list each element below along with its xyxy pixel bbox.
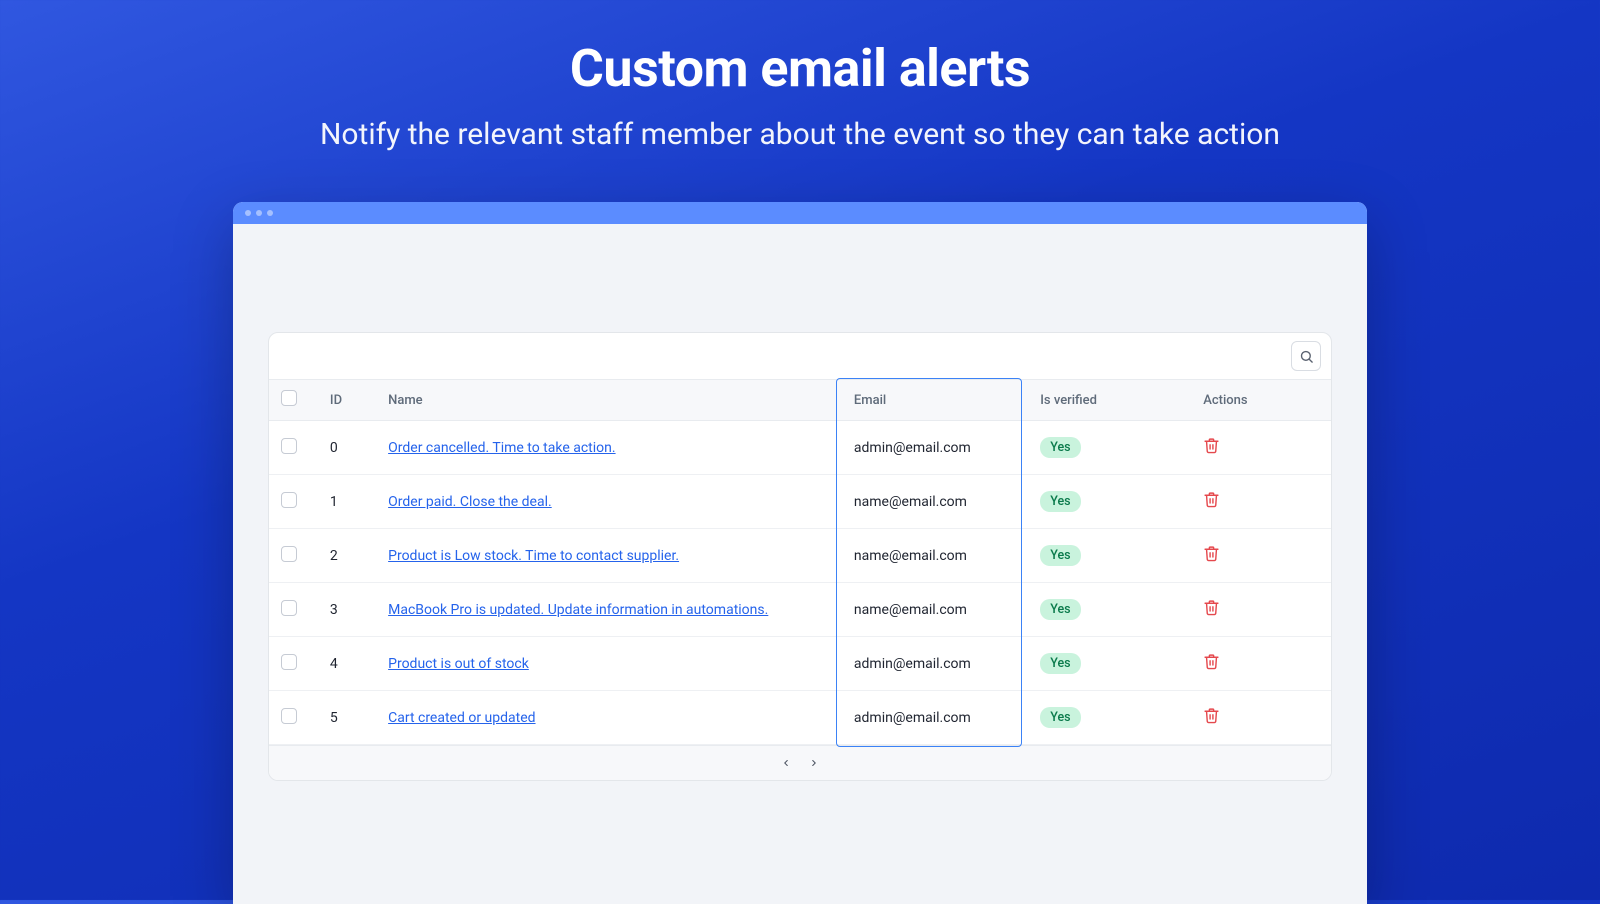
chevron-right-icon	[809, 756, 819, 770]
table-row: 3 MacBook Pro is updated. Update informat…	[269, 583, 1331, 637]
browser-window: ID Name Email Is verified Actions 0 Order…	[233, 202, 1367, 904]
verified-badge: Yes	[1040, 437, 1080, 458]
table-row: 5 Cart created or updated admin@email.com Y…	[269, 691, 1331, 745]
chevron-left-icon	[781, 756, 791, 770]
alert-name-link[interactable]: Product is Low stock. Time to contact su…	[388, 548, 679, 564]
row-id: 2	[318, 529, 376, 583]
table-row: 0 Order cancelled. Time to take action. ad…	[269, 421, 1331, 475]
row-email: admin@email.com	[842, 691, 1028, 745]
row-id: 1	[318, 475, 376, 529]
table-row: 1 Order paid. Close the deal. name@email.c…	[269, 475, 1331, 529]
trash-icon	[1203, 599, 1220, 616]
col-header-verified: Is verified	[1028, 380, 1191, 421]
row-checkbox[interactable]	[281, 708, 297, 724]
alerts-table-card: ID Name Email Is verified Actions 0 Order…	[268, 332, 1332, 781]
verified-badge: Yes	[1040, 599, 1080, 620]
search-button[interactable]	[1291, 341, 1321, 371]
row-id: 4	[318, 637, 376, 691]
traffic-light-dot	[267, 210, 273, 216]
next-page-button[interactable]	[809, 756, 819, 770]
verified-badge: Yes	[1040, 491, 1080, 512]
alerts-table: ID Name Email Is verified Actions 0 Order…	[269, 379, 1331, 745]
table-row: 4 Product is out of stock admin@email.com Y…	[269, 637, 1331, 691]
row-email: name@email.com	[842, 583, 1028, 637]
alert-name-link[interactable]: Product is out of stock	[388, 656, 529, 672]
delete-button[interactable]	[1203, 653, 1220, 670]
row-id: 5	[318, 691, 376, 745]
delete-button[interactable]	[1203, 599, 1220, 616]
row-checkbox[interactable]	[281, 438, 297, 454]
alert-name-link[interactable]: Order cancelled. Time to take action.	[388, 440, 615, 456]
verified-badge: Yes	[1040, 545, 1080, 566]
verified-badge: Yes	[1040, 653, 1080, 674]
delete-button[interactable]	[1203, 707, 1220, 724]
col-header-email: Email	[842, 380, 1028, 421]
alert-name-link[interactable]: Order paid. Close the deal.	[388, 494, 552, 510]
row-email: name@email.com	[842, 475, 1028, 529]
row-checkbox[interactable]	[281, 654, 297, 670]
delete-button[interactable]	[1203, 491, 1220, 508]
alert-name-link[interactable]: MacBook Pro is updated. Update informati…	[388, 602, 768, 618]
delete-button[interactable]	[1203, 545, 1220, 562]
trash-icon	[1203, 437, 1220, 454]
pagination	[269, 745, 1331, 780]
row-checkbox[interactable]	[281, 546, 297, 562]
trash-icon	[1203, 653, 1220, 670]
row-email: admin@email.com	[842, 421, 1028, 475]
traffic-light-dot	[256, 210, 262, 216]
alert-name-link[interactable]: Cart created or updated	[388, 710, 535, 726]
verified-badge: Yes	[1040, 707, 1080, 728]
row-id: 0	[318, 421, 376, 475]
trash-icon	[1203, 545, 1220, 562]
table-row: 2 Product is Low stock. Time to contact s…	[269, 529, 1331, 583]
col-header-actions: Actions	[1191, 380, 1331, 421]
select-all-checkbox[interactable]	[281, 390, 297, 406]
row-checkbox[interactable]	[281, 492, 297, 508]
page-subtitle: Notify the relevant staff member about t…	[0, 117, 1600, 152]
prev-page-button[interactable]	[781, 756, 791, 770]
row-id: 3	[318, 583, 376, 637]
trash-icon	[1203, 491, 1220, 508]
row-email: admin@email.com	[842, 637, 1028, 691]
col-header-id: ID	[318, 380, 376, 421]
delete-button[interactable]	[1203, 437, 1220, 454]
row-email: name@email.com	[842, 529, 1028, 583]
window-titlebar	[233, 202, 1367, 224]
row-checkbox[interactable]	[281, 600, 297, 616]
traffic-light-dot	[245, 210, 251, 216]
trash-icon	[1203, 707, 1220, 724]
page-title: Custom email alerts	[0, 38, 1600, 99]
col-header-name: Name	[376, 380, 842, 421]
search-icon	[1299, 349, 1314, 364]
